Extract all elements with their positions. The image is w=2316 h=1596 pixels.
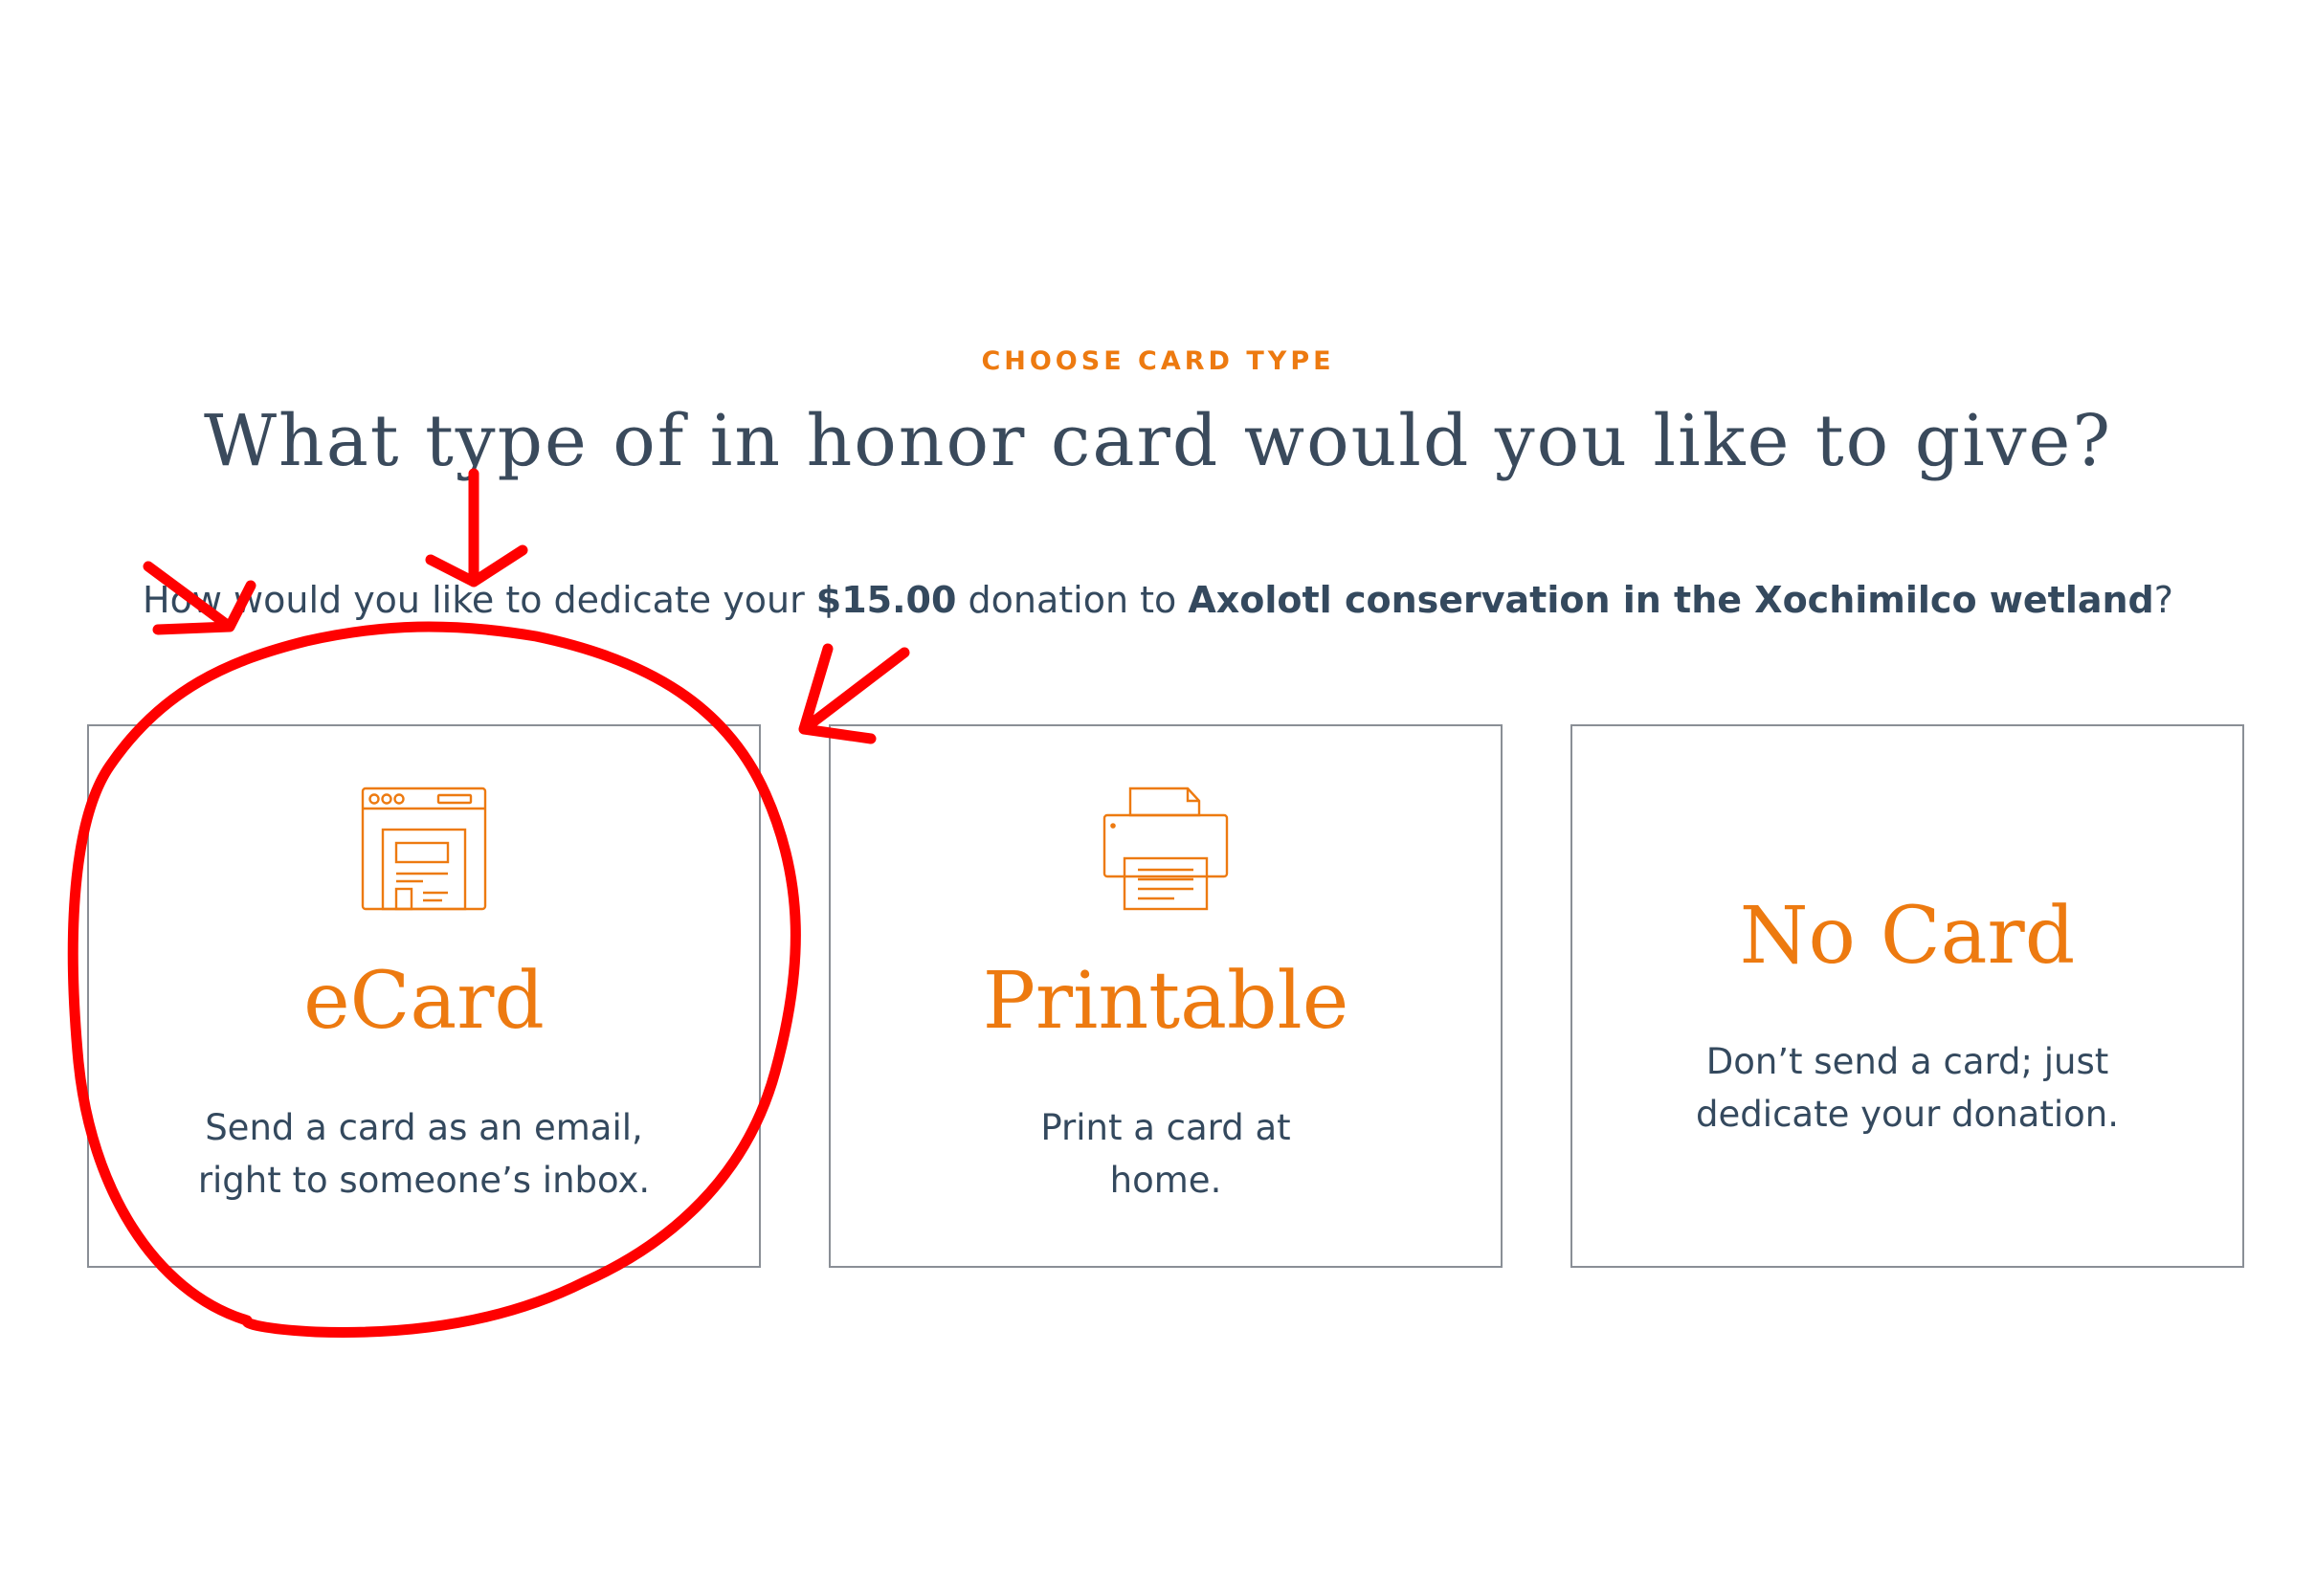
donation-amount: $15.00 (815, 579, 957, 621)
card-description: Don’t send a card; just dedicate your do… (1696, 1041, 2119, 1135)
card-title: Printable (982, 956, 1349, 1047)
annotation-arrow-top (425, 468, 528, 587)
browser-window-icon (361, 787, 487, 911)
question-middle: donation to (956, 579, 1189, 621)
question-suffix: ? (2153, 579, 2173, 621)
printer-icon (1102, 787, 1229, 911)
card-title: No Card (1739, 891, 2076, 982)
card-description: Send a card as an email, right to someon… (197, 1107, 651, 1201)
dedication-question: How would you like to dedicate your $15.… (0, 579, 2316, 621)
card-option-no-card[interactable]: No Card Don’t send a card; just dedicate… (1570, 724, 2244, 1268)
card-description: Print a card at home. (1040, 1107, 1291, 1201)
card-option-ecard[interactable]: eCard Send a card as an email, right to … (87, 724, 761, 1268)
page-title: What type of in honor card would you lik… (203, 400, 2113, 482)
question-prefix: How would you like to dedicate your (143, 579, 816, 621)
section-eyebrow: CHOOSE CARD TYPE (981, 346, 1335, 376)
card-option-printable[interactable]: Printable Print a card at home. (829, 724, 1503, 1268)
card-title: eCard (303, 956, 545, 1047)
cause-name: Axolotl conservation in the Xochimilco w… (1188, 579, 2154, 621)
